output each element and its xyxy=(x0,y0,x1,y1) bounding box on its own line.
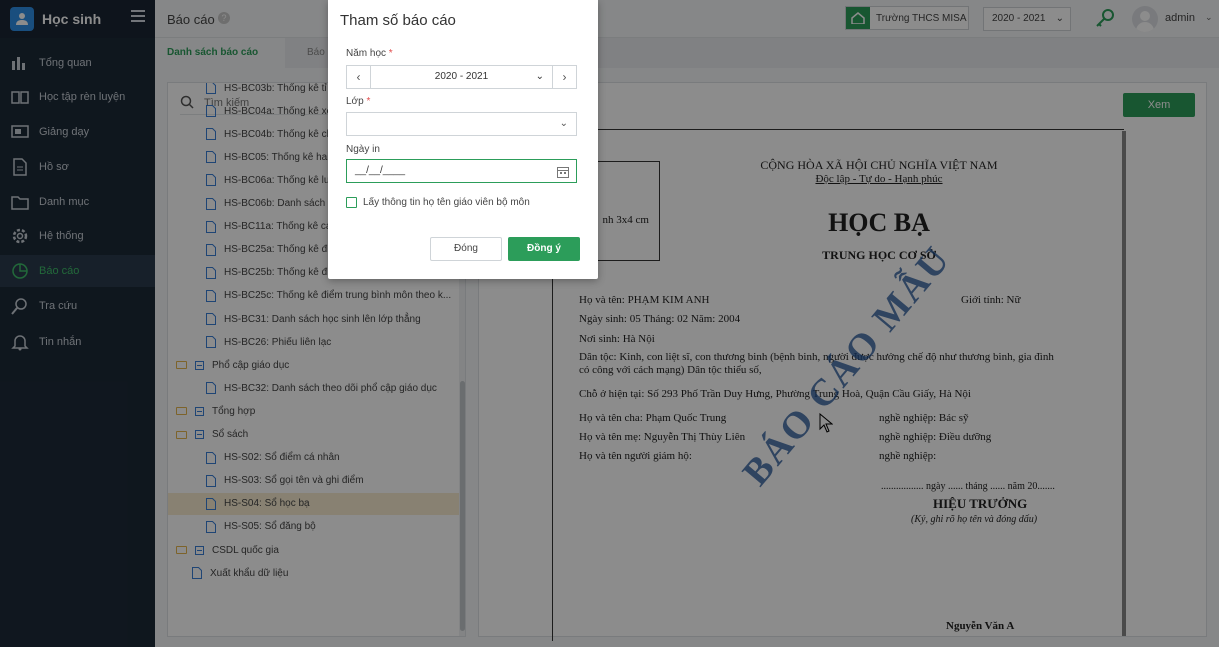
year-stepper: ‹ 2020 - 2021 ⌄ › xyxy=(346,65,577,89)
year-select[interactable]: 2020 - 2021 ⌄ xyxy=(371,66,552,88)
subject-teacher-checkbox[interactable] xyxy=(346,197,357,208)
class-label: Lớp * xyxy=(346,96,371,107)
print-date-label: Ngày in xyxy=(346,144,380,155)
checkbox-label: Lấy thông tin họ tên giáo viên bộ môn xyxy=(363,197,530,208)
calendar-icon[interactable] xyxy=(557,165,569,178)
year-label: Năm học * xyxy=(346,48,393,59)
prev-year-button[interactable]: ‹ xyxy=(347,66,371,88)
subject-teacher-checkbox-row[interactable]: Lấy thông tin họ tên giáo viên bộ môn xyxy=(346,197,530,208)
class-select[interactable]: ⌄ xyxy=(346,112,577,136)
close-button[interactable]: Đóng xyxy=(430,237,502,261)
dialog-title: Tham số báo cáo xyxy=(340,12,456,29)
chevron-down-icon: ⌄ xyxy=(535,71,544,82)
ok-button[interactable]: Đồng ý xyxy=(508,237,580,261)
next-year-button[interactable]: › xyxy=(552,66,576,88)
chevron-down-icon: ⌄ xyxy=(559,118,568,129)
print-date-input[interactable]: __/__/____ xyxy=(346,159,577,183)
report-params-dialog: Tham số báo cáo Năm học * ‹ 2020 - 2021 ⌄… xyxy=(328,0,598,279)
modal-overlay[interactable] xyxy=(0,0,1219,647)
